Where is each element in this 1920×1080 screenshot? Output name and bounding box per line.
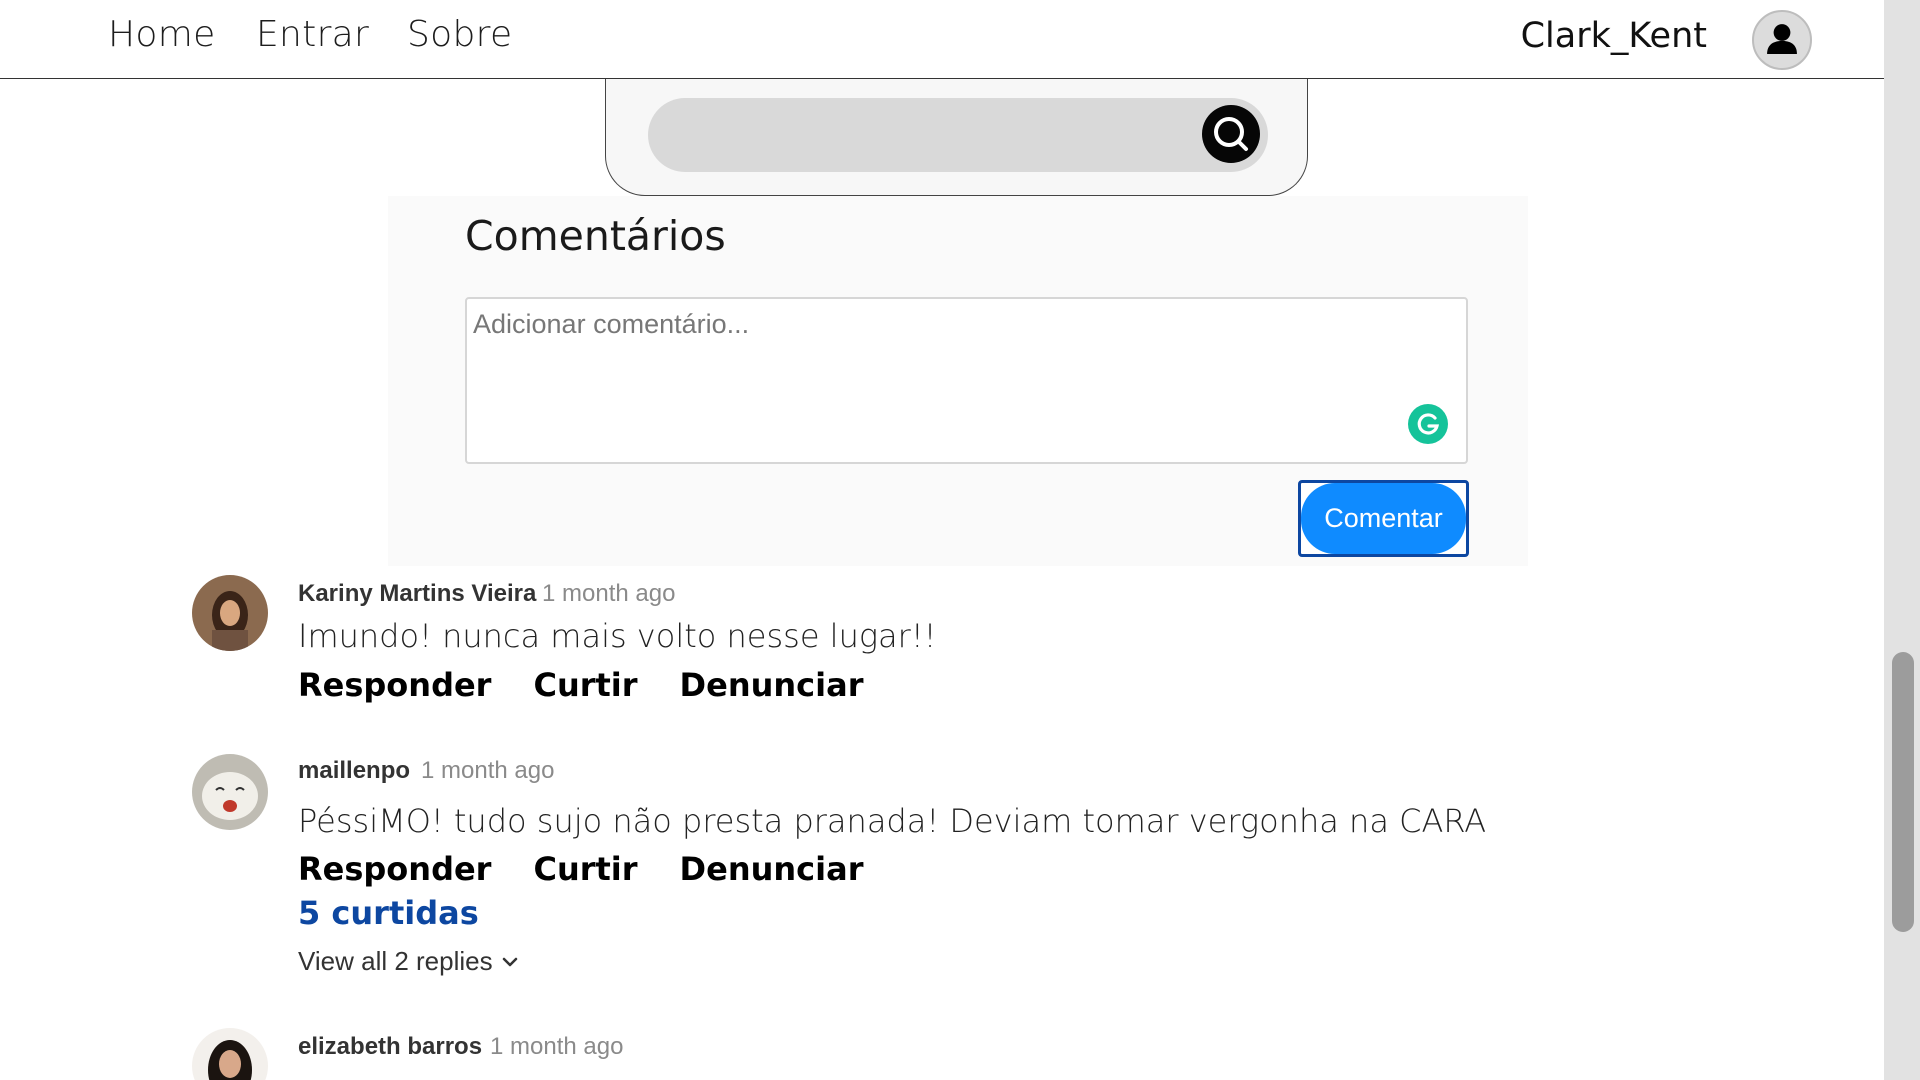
user-avatar-icon[interactable] <box>1752 10 1812 70</box>
comment-text: Imundo! nunca mais volto nesse lugar!! <box>298 617 937 655</box>
view-replies-toggle[interactable]: View all 2 replies <box>298 946 521 977</box>
search-button[interactable] <box>1202 105 1260 163</box>
top-navbar: Home Entrar Sobre Clark_Kent <box>0 0 1884 79</box>
reply-button[interactable]: Responder <box>298 666 491 704</box>
nav-link-home[interactable]: Home <box>108 14 216 55</box>
likes-count: 5 curtidas <box>298 894 479 932</box>
like-button[interactable]: Curtir <box>533 850 637 888</box>
username-label[interactable]: Clark_Kent <box>1521 16 1707 56</box>
nav-link-sobre[interactable]: Sobre <box>407 14 512 55</box>
search-panel <box>605 70 1308 196</box>
like-button[interactable]: Curtir <box>533 666 637 704</box>
chevron-down-icon <box>502 957 517 966</box>
search-input[interactable] <box>648 98 1268 172</box>
comentar-button[interactable]: Comentar <box>1298 480 1469 557</box>
avatar[interactable] <box>192 754 268 830</box>
comment-actions: Responder Curtir Denunciar <box>298 666 863 704</box>
comment-author[interactable]: maillenpo <box>298 757 410 785</box>
page-scrollbar[interactable] <box>1884 0 1920 1080</box>
view-replies-label: View all 2 replies <box>298 946 493 976</box>
comment-time: 1 month ago <box>542 580 676 607</box>
comment-author[interactable]: elizabeth barros <box>298 1033 482 1061</box>
report-button[interactable]: Denunciar <box>680 666 864 704</box>
comment-actions: Responder Curtir Denunciar <box>298 850 863 888</box>
comment-text: PéssiMO! tudo sujo não presta pranada! D… <box>298 802 1487 840</box>
nav-link-entrar[interactable]: Entrar <box>256 14 369 55</box>
report-button[interactable]: Denunciar <box>680 850 864 888</box>
comment-time: 1 month ago <box>490 1033 624 1060</box>
grammarly-icon[interactable] <box>1408 404 1448 444</box>
avatar[interactable] <box>192 575 268 651</box>
avatar[interactable] <box>192 1028 268 1080</box>
comment-time: 1 month ago <box>421 757 555 784</box>
comentar-button-label: Comentar <box>1301 483 1466 554</box>
comments-title: Comentários <box>465 212 726 260</box>
search-icon <box>1214 117 1248 151</box>
comment-textarea[interactable] <box>467 299 1466 462</box>
comment-author[interactable]: Kariny Martins Vieira <box>298 580 536 608</box>
scrollbar-thumb[interactable] <box>1892 652 1914 932</box>
comment-input-box[interactable] <box>465 297 1468 464</box>
reply-button[interactable]: Responder <box>298 850 491 888</box>
